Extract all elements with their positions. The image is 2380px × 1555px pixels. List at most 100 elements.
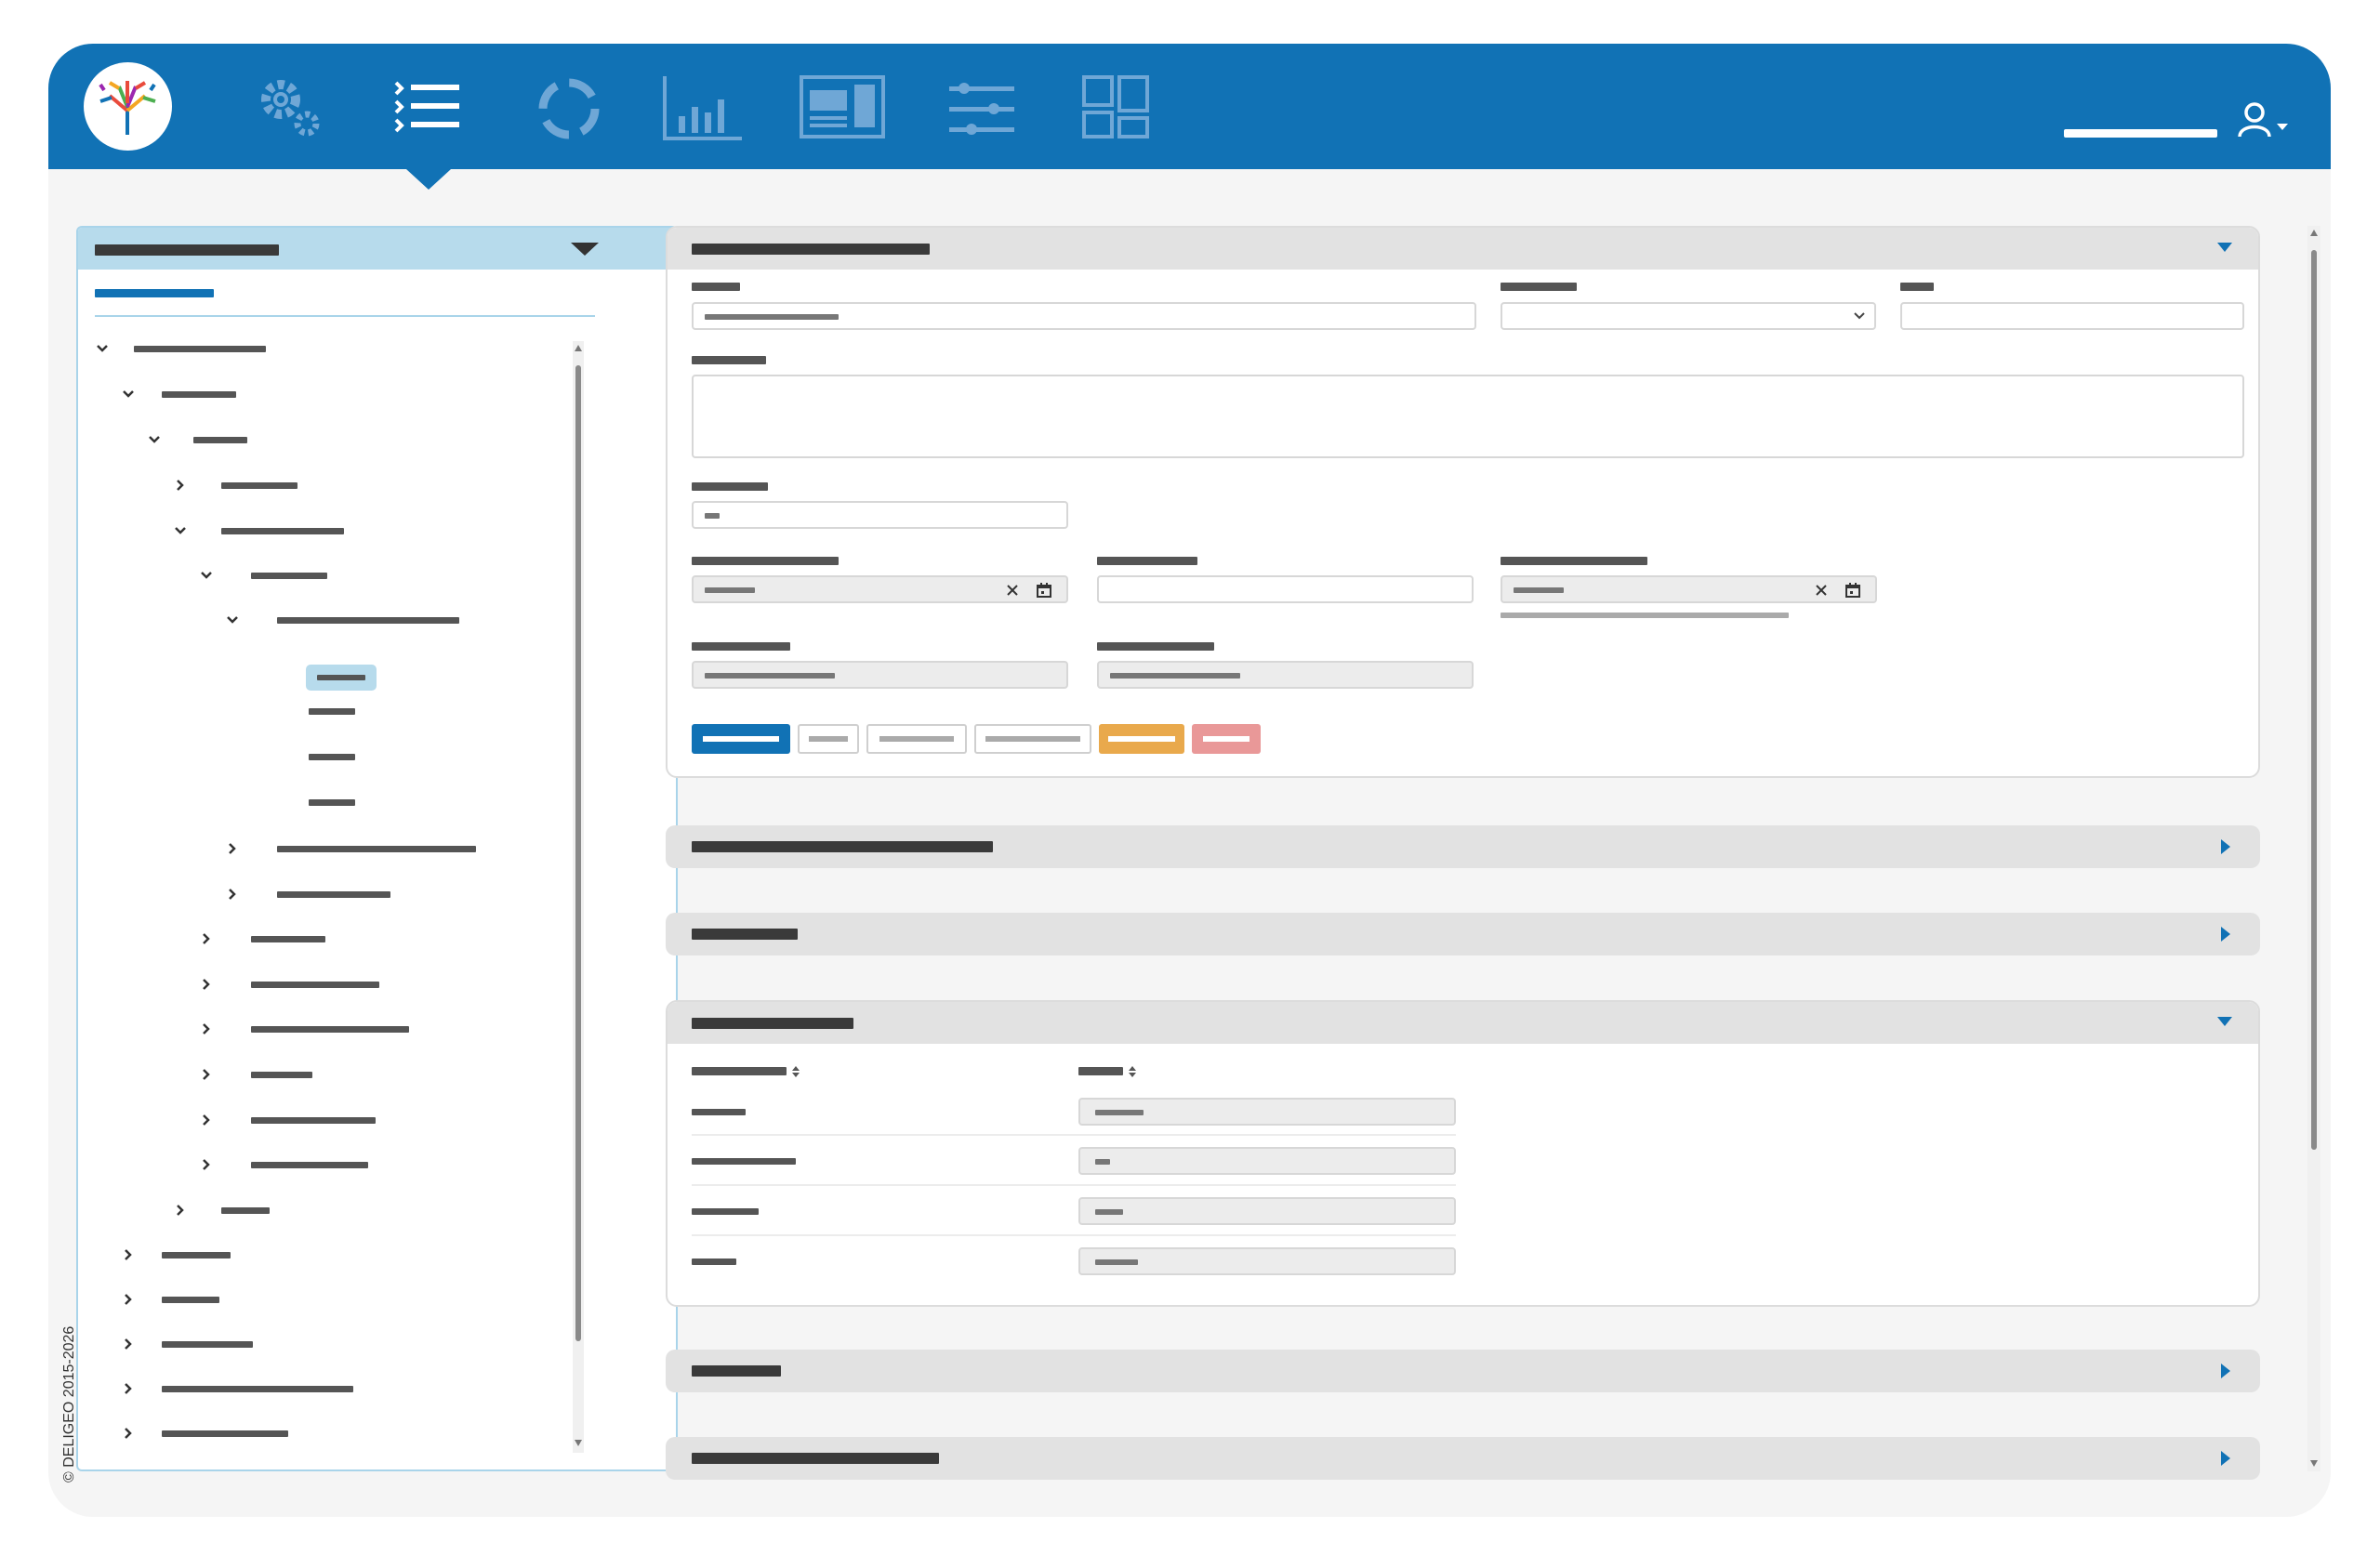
tree-item[interactable]: [251, 1026, 409, 1033]
collapse-arrow-icon[interactable]: [2217, 1017, 2232, 1026]
tree-item[interactable]: [162, 1386, 353, 1392]
main-scrollbar-thumb[interactable]: [2311, 250, 2317, 1150]
clear-icon[interactable]: [1006, 584, 1019, 597]
chevron-right-icon[interactable]: [199, 931, 214, 946]
tree-item[interactable]: [162, 1430, 288, 1437]
tree-item[interactable]: [251, 1117, 376, 1124]
tree-item[interactable]: [251, 982, 379, 988]
tree-item[interactable]: [221, 528, 344, 534]
collapse-arrow-icon[interactable]: [2217, 243, 2232, 252]
tree-item[interactable]: [162, 1297, 219, 1303]
code-input[interactable]: [1900, 302, 2244, 330]
sort-icon[interactable]: [790, 1064, 801, 1079]
dashboard-icon[interactable]: [799, 72, 887, 151]
chevron-right-icon[interactable]: [173, 478, 188, 493]
layout-grid-icon[interactable]: [1080, 72, 1164, 151]
tree-scrollbar-thumb[interactable]: [575, 365, 581, 1341]
tree-item[interactable]: [277, 846, 476, 852]
tree-item[interactable]: [309, 708, 355, 715]
user-icon[interactable]: [2238, 101, 2294, 152]
delete-button[interactable]: [1192, 724, 1261, 754]
chevron-down-icon[interactable]: [225, 613, 240, 627]
table-cell-input[interactable]: [1078, 1247, 1456, 1275]
tree-item[interactable]: [193, 437, 247, 443]
tree-item[interactable]: [162, 1252, 231, 1258]
calendar-icon[interactable]: [1036, 582, 1052, 599]
clear-icon[interactable]: [1815, 584, 1828, 597]
table-cell-input[interactable]: [1078, 1098, 1456, 1126]
scroll-up-arrow-icon[interactable]: [573, 343, 584, 352]
sort-icon[interactable]: [1127, 1064, 1138, 1079]
chevron-down-icon[interactable]: [173, 523, 188, 538]
section-header[interactable]: [668, 1002, 2258, 1044]
refresh-icon[interactable]: [527, 72, 611, 151]
scroll-up-arrow-icon[interactable]: [2308, 228, 2320, 237]
list-icon[interactable]: [390, 72, 474, 151]
save-button[interactable]: [692, 724, 790, 754]
tree-item-selected[interactable]: [306, 665, 377, 691]
tree-item[interactable]: [251, 1162, 368, 1168]
description-textarea[interactable]: [692, 375, 2244, 458]
tree-item[interactable]: [277, 617, 459, 624]
middle-input[interactable]: [1097, 575, 1474, 603]
column-header[interactable]: [1078, 1067, 1123, 1075]
sliders-icon[interactable]: [945, 72, 1029, 151]
chevron-right-icon[interactable]: [199, 1113, 214, 1127]
tree-item[interactable]: [221, 1207, 270, 1214]
section-collapsed[interactable]: [666, 1350, 2260, 1392]
chevron-right-icon[interactable]: [199, 1021, 214, 1036]
warning-button[interactable]: [1099, 724, 1184, 754]
chevron-down-icon[interactable]: [199, 568, 214, 583]
chevron-right-icon[interactable]: [121, 1247, 136, 1262]
chevron-right-icon[interactable]: [121, 1381, 136, 1396]
end-date-input[interactable]: [1501, 575, 1877, 603]
tree-item[interactable]: [309, 754, 355, 760]
secondary-button[interactable]: [798, 724, 859, 754]
tree-item[interactable]: [134, 346, 266, 352]
section-header[interactable]: [668, 228, 2258, 270]
chevron-down-icon[interactable]: [147, 432, 162, 447]
tree-item[interactable]: [277, 891, 390, 898]
caret-down-icon[interactable]: [571, 243, 599, 257]
chevron-right-icon[interactable]: [199, 977, 214, 992]
secondary-button[interactable]: [866, 724, 967, 754]
tree-item[interactable]: [309, 799, 355, 806]
calendar-icon[interactable]: [1844, 582, 1861, 599]
bar-chart-icon[interactable]: [660, 72, 744, 151]
expand-arrow-icon[interactable]: [2221, 1364, 2230, 1378]
secondary-button[interactable]: [974, 724, 1091, 754]
tree-item[interactable]: [162, 391, 236, 398]
section-collapsed[interactable]: [666, 913, 2260, 955]
number-input[interactable]: [692, 501, 1068, 529]
section-collapsed[interactable]: [666, 825, 2260, 868]
gears-icon[interactable]: [251, 72, 335, 151]
chevron-right-icon[interactable]: [121, 1292, 136, 1307]
expand-arrow-icon[interactable]: [2221, 1451, 2230, 1466]
tree-item[interactable]: [251, 1072, 312, 1078]
name-input[interactable]: [692, 302, 1476, 330]
chevron-right-icon[interactable]: [121, 1337, 136, 1351]
tree-item[interactable]: [251, 573, 327, 579]
chevron-down-icon[interactable]: [95, 341, 110, 356]
type-select[interactable]: [1501, 302, 1876, 330]
tree-item[interactable]: [162, 1341, 253, 1348]
chevron-right-icon[interactable]: [199, 1067, 214, 1082]
chevron-right-icon[interactable]: [199, 1157, 214, 1172]
start-date-input[interactable]: [692, 575, 1068, 603]
tree-panel-header[interactable]: [78, 228, 676, 270]
expand-arrow-icon[interactable]: [2221, 927, 2230, 942]
chevron-right-icon[interactable]: [121, 1426, 136, 1441]
table-cell-input[interactable]: [1078, 1147, 1456, 1175]
table-cell-input[interactable]: [1078, 1197, 1456, 1225]
chevron-right-icon[interactable]: [173, 1203, 188, 1218]
tree-panel-link[interactable]: [95, 289, 214, 297]
app-logo[interactable]: [84, 62, 172, 151]
scroll-down-arrow-icon[interactable]: [2308, 1458, 2320, 1468]
tree-item[interactable]: [221, 482, 298, 489]
chevron-down-icon[interactable]: [121, 387, 136, 402]
column-header[interactable]: [692, 1067, 787, 1075]
scroll-down-arrow-icon[interactable]: [573, 1438, 584, 1447]
chevron-right-icon[interactable]: [225, 887, 240, 902]
expand-arrow-icon[interactable]: [2221, 839, 2230, 854]
section-collapsed[interactable]: [666, 1437, 2260, 1480]
